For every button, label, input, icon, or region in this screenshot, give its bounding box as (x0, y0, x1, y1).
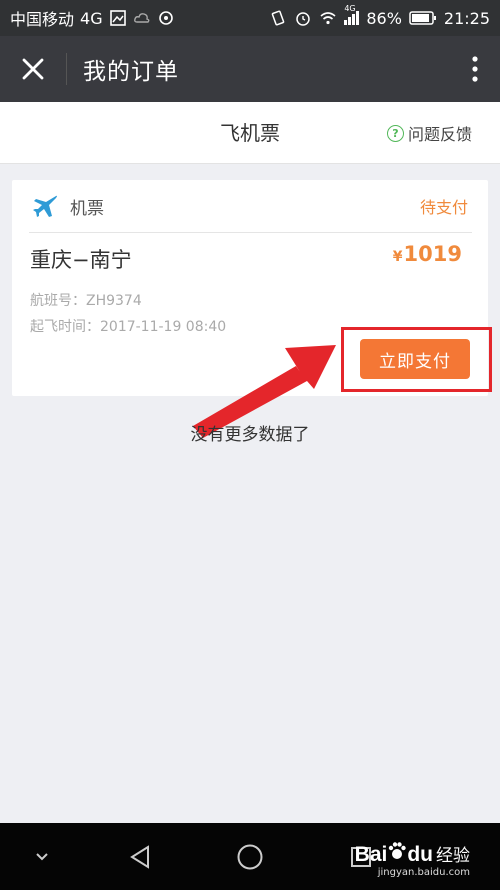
page-title: 我的订单 (83, 59, 179, 85)
hide-nav-button[interactable] (25, 823, 59, 890)
flight-number-label: 航班号： (30, 293, 86, 309)
watermark-brand-a: Bai (354, 843, 388, 866)
flight-number-line: 航班号：ZH9374 (30, 290, 142, 310)
departure-time-label: 起飞时间： (30, 319, 100, 335)
more-menu-button[interactable] (450, 36, 500, 102)
feedback-link[interactable]: ? 问题反馈 (386, 102, 472, 164)
alarm-icon (296, 12, 311, 26)
feedback-label: 问题反馈 (407, 125, 472, 144)
watermark-brand-b: du (407, 843, 433, 866)
currency-symbol: ¥ (392, 249, 403, 265)
signal-badge: 4G (344, 4, 356, 13)
departure-time-line: 起飞时间：2017-11-19 08:40 (30, 316, 226, 336)
network-type: 4G (80, 8, 103, 28)
more-vertical-icon (472, 56, 478, 82)
baidu-jingyan-watermark: Bai du 经验 (355, 841, 470, 867)
question-circle-icon: ? (386, 124, 404, 142)
wifi-icon (320, 12, 336, 25)
back-triangle-icon (130, 844, 149, 869)
watermark-suffix: 经验 (436, 846, 470, 866)
battery-icon (409, 11, 436, 25)
clock-time: 21:25 (443, 8, 490, 28)
status-bar: 中国移动 4G 4G 86% 21:25 (0, 0, 500, 36)
flight-route: 重庆−南宁 (30, 248, 132, 272)
back-button[interactable] (120, 823, 160, 890)
order-price: ¥ 1019 (393, 242, 462, 266)
signal-icon: 4G (344, 4, 360, 25)
carrier-name: 中国移动 (10, 10, 75, 29)
home-circle-icon (237, 844, 263, 869)
card-divider (29, 232, 472, 233)
list-end-text: 没有更多数据了 (190, 425, 310, 445)
watermark-url: jingyan.baidu.com (377, 867, 470, 878)
close-button[interactable] (0, 36, 66, 102)
airplane-icon (33, 195, 57, 217)
order-type-label: 机票 (70, 198, 104, 219)
title-divider (66, 53, 67, 85)
cloud-icon (133, 13, 150, 23)
category-header: 飞机票 ? 问题反馈 (0, 102, 500, 164)
image-icon (109, 10, 126, 26)
chevron-down-icon (36, 852, 48, 860)
price-amount: 1019 (403, 242, 462, 266)
order-status-badge: 待支付 (419, 198, 468, 217)
system-nav-bar: Bai du 经验 jingyan.baidu.com (0, 823, 500, 890)
close-icon (22, 58, 44, 80)
departure-time-value: 2017-11-19 08:40 (100, 319, 227, 335)
order-card-header: 机票 待支付 (12, 180, 488, 232)
flight-number-value: ZH9374 (86, 293, 142, 309)
battery-percent: 86% (366, 8, 402, 28)
highlight-box (341, 327, 492, 392)
home-button[interactable] (230, 823, 270, 890)
app-notification-icon (158, 11, 173, 25)
vibrate-icon (272, 10, 285, 26)
paw-logo-icon (389, 842, 407, 859)
title-bar: 我的订单 (0, 36, 500, 102)
